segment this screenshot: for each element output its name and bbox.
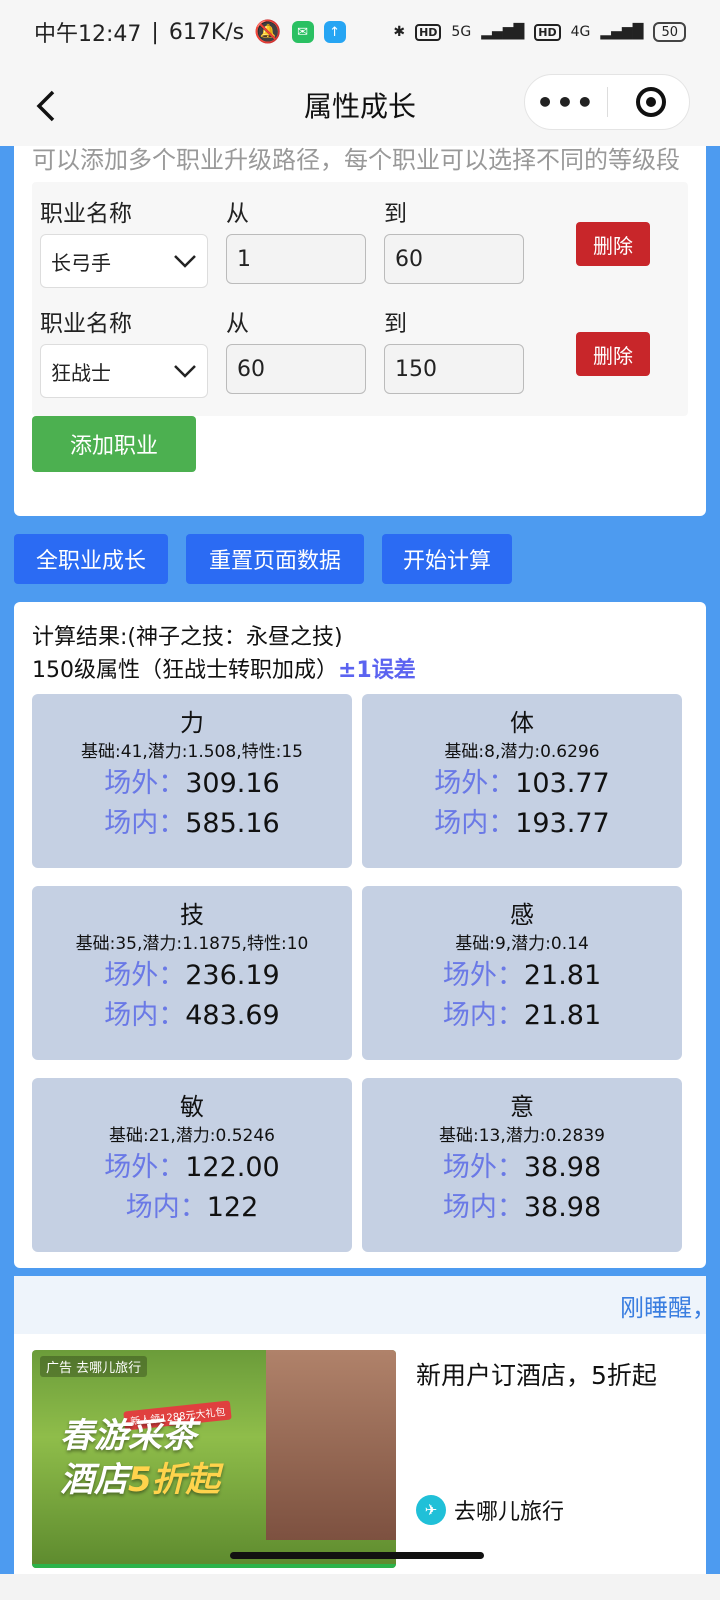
results-card: 计算结果:(神子之技：永昼之技) 150级属性（狂战士转职加成）±1误差 力 基…	[14, 602, 706, 1268]
to-level-label: 到	[384, 201, 407, 227]
calculate-button[interactable]: 开始计算	[382, 534, 512, 584]
stat-inside: 场内：585.16	[104, 808, 280, 839]
more-icon[interactable]: •••	[525, 86, 607, 119]
job-path-list: 职业名称 长弓手 从 1 到 60 删除 职业名称 狂战士 从 60 到 150…	[32, 182, 688, 416]
from-level-input[interactable]: 1	[226, 234, 366, 284]
stat-name: 感	[510, 901, 534, 929]
battery-icon: 50	[653, 22, 686, 42]
stat-inside: 场内：483.69	[104, 1000, 280, 1031]
home-indicator[interactable]	[230, 1552, 484, 1559]
delete-button[interactable]: 删除	[576, 332, 650, 376]
results-subtitle: 150级属性（狂战士转职加成）±1误差	[32, 656, 688, 686]
job-path-row: 职业名称 长弓手 从 1 到 60 删除	[40, 196, 680, 306]
stat-card-constitution: 体 基础:8,潜力:0.6296 场外：103.77 场内：193.77	[362, 694, 682, 868]
stat-inside: 场内：21.81	[442, 1000, 602, 1031]
ad-vendor: ✈ 去哪儿旅行	[416, 1494, 564, 1526]
job-path-hint: 可以添加多个职业升级路径，每个职业可以选择不同的等级段	[32, 146, 680, 174]
status-speed: 617K/s	[168, 19, 245, 45]
signal-4g: 4G	[570, 24, 591, 40]
stat-base: 基础:35,潜力:1.1875,特性:10	[75, 934, 309, 954]
stat-inside: 场内：193.77	[434, 808, 610, 839]
chevron-down-icon	[173, 359, 197, 383]
from-level-label: 从	[226, 311, 249, 337]
stat-outside: 场外：236.19	[104, 960, 280, 991]
hd-badge-2: HD	[534, 23, 561, 41]
stat-name: 体	[510, 709, 534, 737]
job-select[interactable]: 狂战士	[40, 344, 208, 398]
marquee-text: 刚睡醒，	[620, 1294, 706, 1322]
signal-icon-2: ▂▄▆█	[600, 24, 644, 40]
stat-outside: 场外：103.77	[434, 768, 610, 799]
stat-name: 敏	[180, 1093, 204, 1121]
mute-icon: 🔕	[254, 19, 282, 45]
stat-name: 意	[510, 1093, 534, 1121]
ad-card[interactable]: 广告 去哪儿旅行 新人领1288元大礼包 春游采茶 酒店5折起 新用户订酒店，5…	[14, 1334, 706, 1574]
ad-vendor-name: 去哪儿旅行	[454, 1500, 565, 1525]
ad-image[interactable]: 广告 去哪儿旅行 新人领1288元大礼包 春游采茶 酒店5折起	[32, 1350, 396, 1568]
results-subtitle-text: 150级属性（狂战士转职加成）	[32, 658, 338, 683]
job-select-value: 狂战士	[51, 360, 111, 385]
stat-outside: 场外：309.16	[104, 768, 280, 799]
signal-icon: ▂▄▆█	[481, 24, 525, 40]
job-name-label: 职业名称	[40, 201, 132, 227]
nav-bar: 属性成长 •••	[0, 64, 720, 146]
from-level-input[interactable]: 60	[226, 344, 366, 394]
job-name-label: 职业名称	[40, 311, 132, 337]
stat-card-strength: 力 基础:41,潜力:1.508,特性:15 场外：309.16 场内：585.…	[32, 694, 352, 868]
stat-base: 基础:8,潜力:0.6296	[444, 742, 600, 762]
hd-badge: HD	[415, 23, 442, 41]
status-time: 中午12:47	[34, 22, 142, 47]
stat-inside: 场内：122	[125, 1192, 259, 1223]
error-note: ±1误差	[338, 658, 416, 683]
stat-outside: 场外：122.00	[104, 1152, 280, 1183]
qunar-logo-icon: ✈	[416, 1495, 446, 1525]
ad-progress-bar	[32, 1564, 396, 1568]
add-job-button[interactable]: 添加职业	[32, 416, 196, 472]
reset-data-button[interactable]: 重置页面数据	[186, 534, 364, 584]
all-jobs-growth-button[interactable]: 全职业成长	[14, 534, 168, 584]
ad-title[interactable]: 新用户订酒店，5折起	[416, 1356, 657, 1392]
stat-card-agility: 敏 基础:21,潜力:0.5246 场外：122.00 场内：122	[32, 1078, 352, 1252]
stat-outside: 场外：38.98	[442, 1152, 602, 1183]
ad-tag: 广告 去哪儿旅行	[40, 1356, 148, 1377]
back-icon[interactable]	[26, 86, 66, 126]
to-level-input[interactable]: 60	[384, 234, 524, 284]
stat-outside: 场外：21.81	[442, 960, 602, 991]
job-select-value: 长弓手	[51, 250, 111, 275]
action-bar: 全职业成长 重置页面数据 开始计算	[14, 534, 512, 584]
capsule-divider	[607, 87, 608, 117]
stat-base: 基础:13,潜力:0.2839	[439, 1126, 605, 1146]
from-level-label: 从	[226, 201, 249, 227]
stat-name: 技	[180, 901, 204, 929]
close-mini-program-icon[interactable]	[636, 87, 666, 117]
status-bar: 中午12:47 | 617K/s 🔕 ✉ ↑ ✱ HD 5G ▂▄▆█ HD 4…	[0, 0, 720, 64]
ad-headline: 春游采茶 酒店5折起	[60, 1416, 220, 1500]
signal-5g: 5G	[451, 24, 472, 40]
job-select[interactable]: 长弓手	[40, 234, 208, 288]
stat-base: 基础:21,潜力:0.5246	[109, 1126, 275, 1146]
bluetooth-icon: ✱	[393, 24, 406, 40]
job-path-card: 可以添加多个职业升级路径，每个职业可以选择不同的等级段 职业名称 长弓手 从 1…	[14, 146, 706, 516]
wechat-icon: ✉	[291, 21, 314, 43]
results-title: 计算结果:(神子之技：永昼之技)	[32, 625, 343, 650]
job-path-row: 职业名称 狂战士 从 60 到 150 删除	[40, 306, 680, 416]
to-level-input[interactable]: 150	[384, 344, 524, 394]
stat-card-will: 意 基础:13,潜力:0.2839 场外：38.98 场内：38.98	[362, 1078, 682, 1252]
delete-button[interactable]: 删除	[576, 222, 650, 266]
chevron-down-icon	[173, 249, 197, 273]
to-level-label: 到	[384, 311, 407, 337]
stat-base: 基础:9,潜力:0.14	[455, 934, 589, 954]
upload-icon: ↑	[323, 21, 346, 43]
stat-card-perception: 感 基础:9,潜力:0.14 场外：21.81 场内：21.81	[362, 886, 682, 1060]
stat-inside: 场内：38.98	[442, 1192, 602, 1223]
mini-program-capsule: •••	[524, 74, 690, 130]
bottom-bar	[0, 1574, 720, 1600]
stat-card-skill: 技 基础:35,潜力:1.1875,特性:10 场外：236.19 场内：483…	[32, 886, 352, 1060]
marquee-strip: 刚睡醒，	[14, 1276, 706, 1334]
stat-base: 基础:41,潜力:1.508,特性:15	[81, 742, 303, 762]
stat-name: 力	[180, 709, 204, 737]
